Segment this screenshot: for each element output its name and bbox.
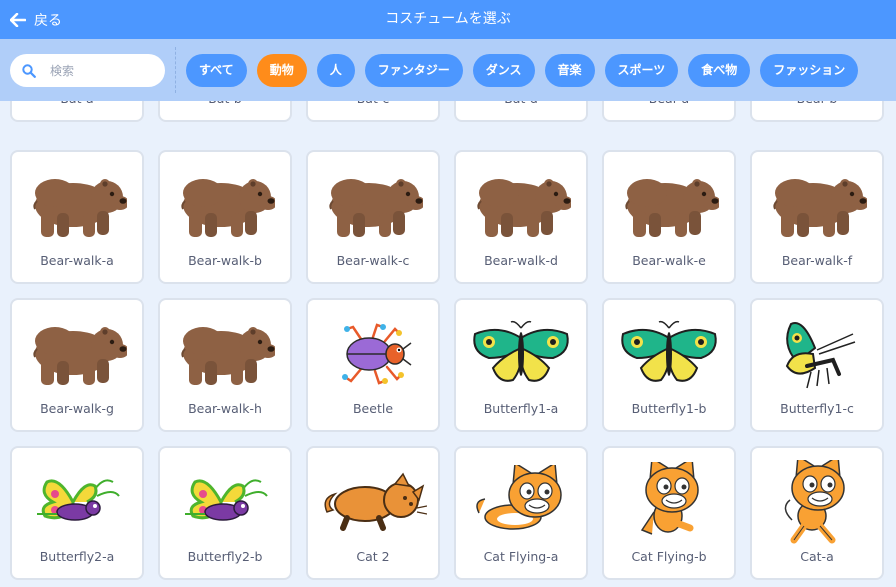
costume-grid: Bat-a Bat-b Bat-c Bat-d Bear-a Bear-b Bear-wa… <box>0 101 896 587</box>
butterfly1-icon <box>604 314 734 394</box>
costume-name: Butterfly1-c <box>780 401 854 416</box>
costume-tile[interactable]: Bat-c <box>306 101 440 122</box>
costume-name: Bear-walk-g <box>40 401 114 416</box>
costume-tile[interactable]: Bear-a <box>602 101 736 122</box>
costume-name: Butterfly1-b <box>631 401 707 416</box>
costume-tile[interactable]: Butterfly1-b <box>602 298 736 432</box>
costume-tile[interactable]: Bear-walk-g <box>10 298 144 432</box>
costume-name: Bear-walk-e <box>632 253 706 268</box>
costume-tile[interactable]: Bat-a <box>10 101 144 122</box>
costume-name: Beetle <box>352 401 394 416</box>
cat-flying2-icon <box>604 462 734 542</box>
costume-name: Bear-walk-c <box>336 253 410 268</box>
costume-name: Cat Flying-b <box>631 549 707 564</box>
cat-icon <box>752 460 882 544</box>
bear-icon <box>604 166 734 246</box>
costume-name: Bear-a <box>604 101 734 106</box>
butterfly2-icon <box>160 462 290 542</box>
tag-5[interactable]: 音楽 <box>544 54 595 87</box>
costume-name: Cat-a <box>800 549 834 564</box>
tag-3[interactable]: ファンタジー <box>364 54 463 87</box>
costume-name: Butterfly2-b <box>187 549 263 564</box>
costume-tile[interactable]: Bat-d <box>454 101 588 122</box>
arrow-left-icon <box>10 12 26 27</box>
costume-tile[interactable]: Bear-walk-h <box>158 298 292 432</box>
tag-4[interactable]: ダンス <box>472 54 535 87</box>
costume-name: Bear-walk-f <box>781 253 853 268</box>
costume-name: Bat-a <box>12 101 142 106</box>
header: 戻る コスチュームを選ぶ <box>0 0 896 39</box>
costume-name: Bear-walk-a <box>40 253 114 268</box>
butterfly1-side-icon <box>752 314 882 394</box>
costume-name: Cat 2 <box>356 549 390 564</box>
costume-name: Bear-walk-b <box>188 253 262 268</box>
costume-tile[interactable]: Cat Flying-b <box>602 446 736 580</box>
search-icon <box>22 63 36 78</box>
costume-name: Bear-walk-h <box>188 401 262 416</box>
costume-name: Bat-b <box>160 101 290 106</box>
cat-lying-icon <box>308 462 438 542</box>
butterfly1-icon <box>456 314 586 394</box>
costume-name: Bear-b <box>752 101 882 106</box>
costume-tile[interactable]: Butterfly1-c <box>750 298 884 432</box>
back-label: 戻る <box>34 12 62 29</box>
bear-icon <box>12 166 142 246</box>
costume-name: Butterfly2-a <box>39 549 115 564</box>
costume-tile[interactable]: Bear-walk-a <box>10 150 144 284</box>
costume-tile[interactable]: Cat-a <box>750 446 884 580</box>
costume-tile[interactable]: Cat 2 <box>306 446 440 580</box>
divider <box>175 47 176 93</box>
tag-8[interactable]: ファッション <box>760 54 859 87</box>
cat-flying-icon <box>456 462 586 542</box>
tag-2[interactable]: 人 <box>316 54 355 87</box>
bear-icon <box>160 314 290 394</box>
beetle-icon <box>308 314 438 394</box>
back-button[interactable]: 戻る <box>10 0 62 39</box>
bear-icon <box>308 166 438 246</box>
bear-icon <box>752 166 882 246</box>
costume-tile[interactable]: Bear-walk-d <box>454 150 588 284</box>
costume-tile[interactable]: Butterfly2-a <box>10 446 144 580</box>
costume-tile[interactable]: Bat-b <box>158 101 292 122</box>
costume-tile[interactable]: Beetle <box>306 298 440 432</box>
costume-name: Bat-d <box>456 101 586 106</box>
bear-icon <box>12 314 142 394</box>
tag-0[interactable]: すべて <box>186 54 247 87</box>
page-title: コスチュームを選ぶ <box>385 11 511 27</box>
bear-icon <box>160 166 290 246</box>
costume-name: Bear-walk-d <box>484 253 558 268</box>
costume-tile[interactable]: Cat Flying-a <box>454 446 588 580</box>
tag-filter-list: すべて 動物人ファンタジー ダンス 音楽 スポーツ 食べ物 ファッション <box>186 54 859 87</box>
costume-name: Bat-c <box>308 101 438 106</box>
filter-bar: すべて動物人ファンタジーダンス音楽スポーツ食べ物ファッション <box>0 39 896 101</box>
tag-1[interactable]: 動物 <box>256 54 307 87</box>
tag-7[interactable]: 食べ物 <box>688 54 751 87</box>
search-input[interactable] <box>50 63 145 78</box>
costume-tile[interactable]: Bear-walk-e <box>602 150 736 284</box>
tag-6[interactable]: スポーツ <box>604 54 679 87</box>
costume-name: Butterfly1-a <box>483 401 559 416</box>
costume-tile[interactable]: Butterfly2-b <box>158 446 292 580</box>
bear-icon <box>456 166 586 246</box>
costume-name: Cat Flying-a <box>483 549 559 564</box>
search-box[interactable] <box>10 54 165 87</box>
costume-tile[interactable]: Butterfly1-a <box>454 298 588 432</box>
butterfly2-icon <box>12 462 142 542</box>
costume-tile[interactable]: Bear-walk-c <box>306 150 440 284</box>
costume-tile[interactable]: Bear-walk-b <box>158 150 292 284</box>
costume-tile[interactable]: Bear-b <box>750 101 884 122</box>
costume-tile[interactable]: Bear-walk-f <box>750 150 884 284</box>
